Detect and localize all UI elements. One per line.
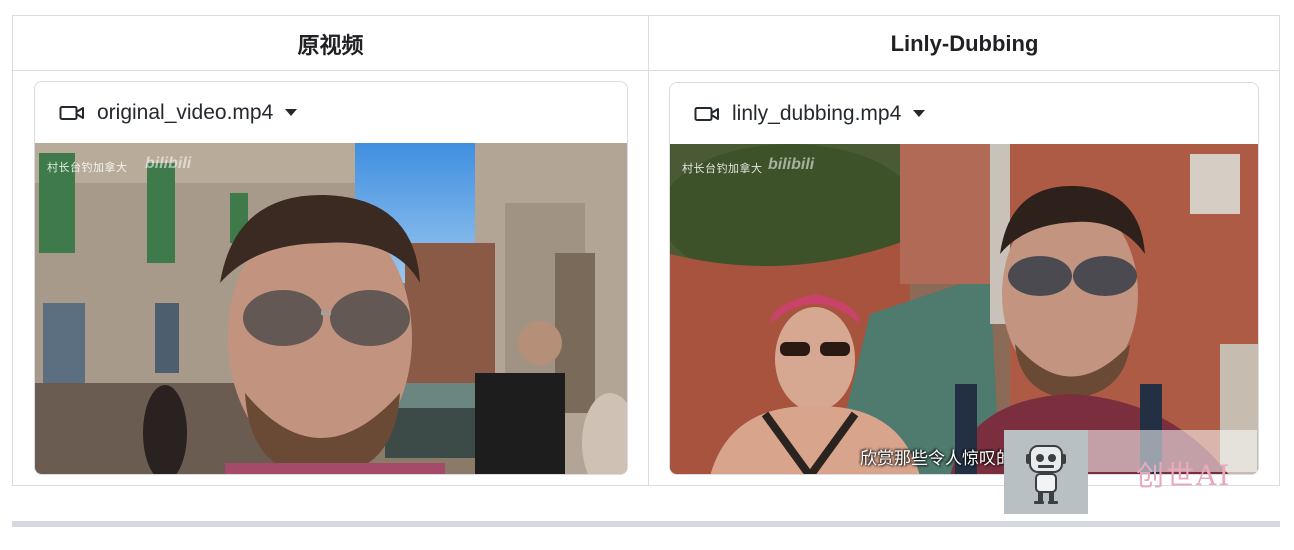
logo-overlay: 创世AI — [1004, 430, 1257, 514]
video-camera-icon — [694, 106, 719, 121]
bilibili-watermark: bilibili — [768, 156, 815, 173]
original-video-frame[interactable]: 村长台钓加拿大 bilibili — [35, 143, 627, 474]
dubbed-video-filename: linly_dubbing.mp4 — [732, 101, 902, 125]
header-original-video: 原视频 — [297, 32, 364, 58]
dubbed-video-frame[interactable]: 村长台钓加拿大 bilibili 欣赏那些令人惊叹的街 — [670, 144, 1258, 474]
caret-down-icon[interactable] — [285, 109, 298, 116]
video-camera-icon — [59, 105, 84, 120]
dubbed-video-player[interactable]: linly_dubbing.mp4 村长台钓加拿大 bilibili 欣赏那些令… — [669, 82, 1259, 475]
original-video-filename: original_video.mp4 — [97, 100, 274, 124]
header-linly-dubbing: Linly-Dubbing — [890, 30, 1039, 56]
column-divider — [648, 16, 649, 485]
bilibili-watermark: bilibili — [145, 155, 192, 172]
original-video-player[interactable]: original_video.mp4 村长台钓加拿大 bilibili — [34, 81, 628, 475]
channel-watermark: 村长台钓加拿大 — [682, 163, 763, 175]
caret-down-icon[interactable] — [913, 110, 926, 117]
dubbed-video-label[interactable]: linly_dubbing.mp4 — [670, 83, 1258, 144]
robot-icon — [1004, 430, 1088, 514]
bottom-divider-bar — [12, 521, 1280, 527]
logo-text: 创世AI — [1136, 459, 1232, 492]
comparison-table: 原视频 Linly-Dubbing original_video.mp4 村长台… — [12, 15, 1280, 486]
table-header-row: 原视频 Linly-Dubbing — [13, 16, 1279, 71]
channel-watermark: 村长台钓加拿大 — [47, 162, 128, 174]
original-video-label[interactable]: original_video.mp4 — [35, 82, 627, 143]
